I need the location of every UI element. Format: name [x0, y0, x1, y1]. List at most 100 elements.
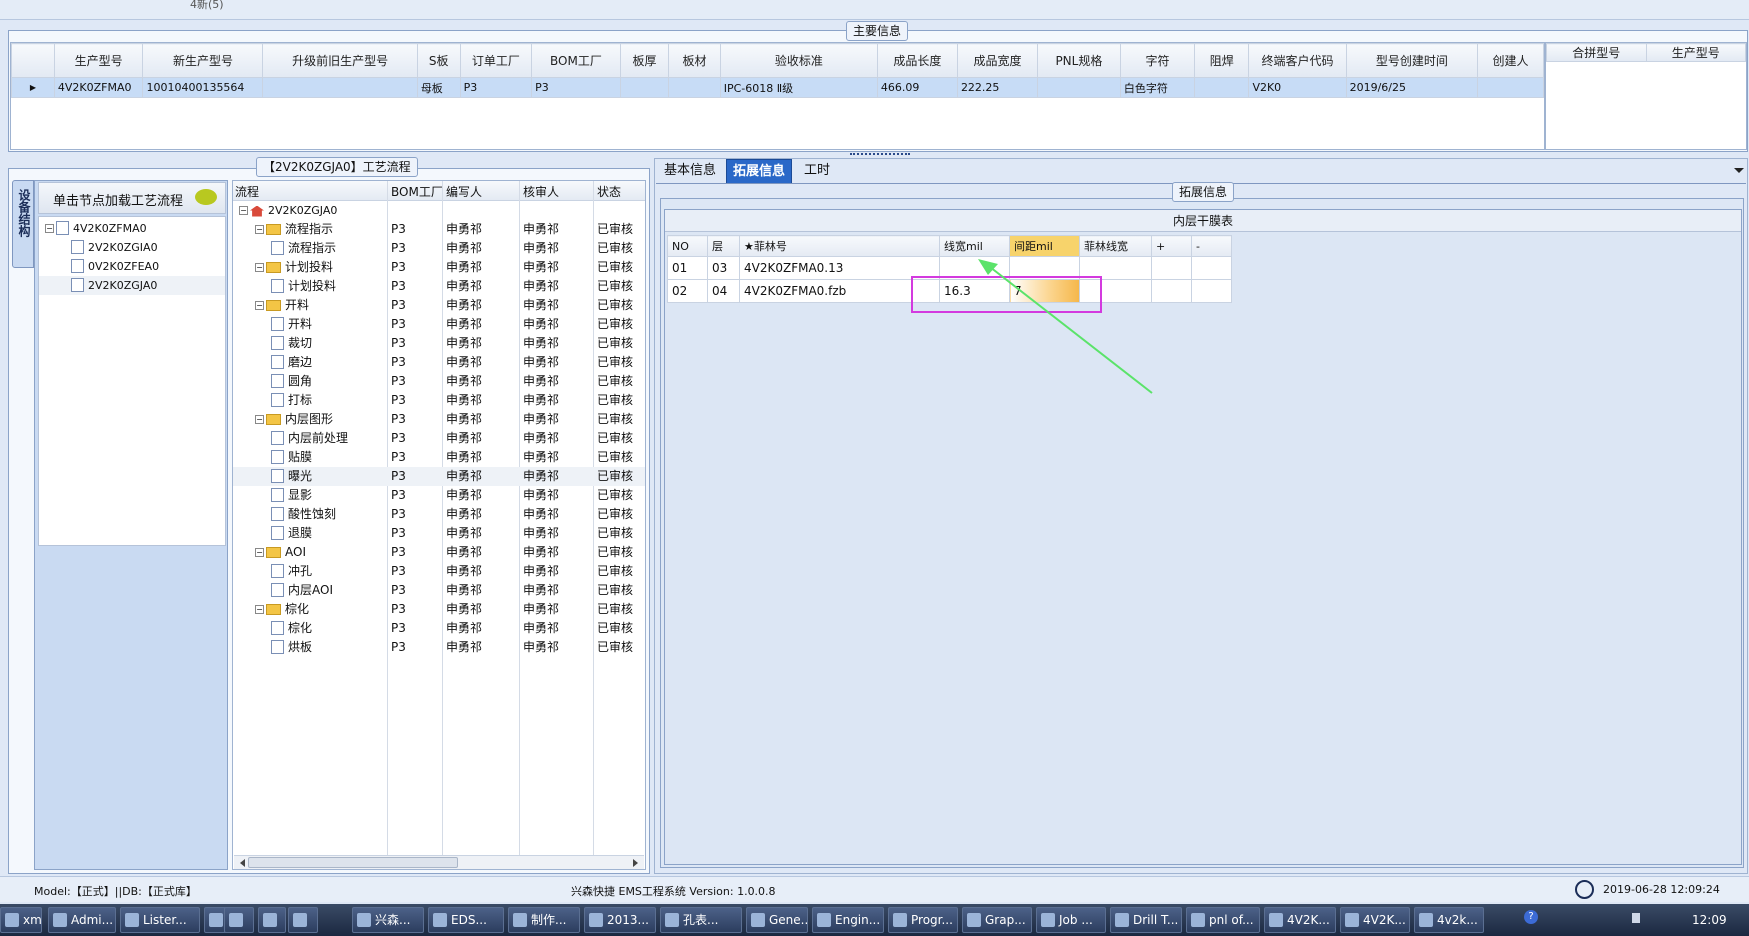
column-header[interactable]: S板 — [416, 43, 461, 78]
table-cell[interactable] — [1477, 77, 1544, 98]
flow-row[interactable]: 计划投料 P3 申勇祁 申勇祁 已审核 — [233, 277, 645, 296]
taskbar-button[interactable]: Gene... — [746, 907, 808, 933]
flow-row[interactable]: 裁切 P3 申勇祁 申勇祁 已审核 — [233, 334, 645, 353]
collapse-icon[interactable]: − — [255, 224, 264, 234]
taskbar-button[interactable]: 兴森... — [352, 907, 424, 933]
table-cell[interactable]: 4V2K0ZFMA0 — [53, 77, 144, 98]
taskbar-button[interactable]: Job ... — [1036, 907, 1106, 933]
collapse-icon[interactable]: − — [255, 414, 264, 424]
tree-node[interactable]: 2V2K0ZGIA0 — [39, 238, 225, 257]
taskbar-button[interactable]: 制作... — [508, 907, 580, 933]
column-header[interactable]: 升级前旧生产型号 — [262, 43, 418, 78]
taskbar-button[interactable]: 2013... — [584, 907, 656, 933]
flow-row[interactable]: 磨边 P3 申勇祁 申勇祁 已审核 — [233, 353, 645, 372]
tree-node[interactable]: − 4V2K0ZFMA0 — [39, 219, 225, 238]
tray-speaker-icon[interactable] — [1632, 913, 1640, 923]
column-header[interactable]: 合拼型号 — [1546, 43, 1647, 62]
column-header[interactable]: 板厚 — [619, 43, 670, 78]
taskbar-button[interactable] — [258, 907, 286, 933]
flow-row[interactable]: 内层前处理 P3 申勇祁 申勇祁 已审核 — [233, 429, 645, 448]
taskbar-button[interactable]: 4v2k... — [1414, 907, 1484, 933]
column-header[interactable]: 字符 — [1119, 43, 1196, 78]
flow-row[interactable]: 内层AOI P3 申勇祁 申勇祁 已审核 — [233, 581, 645, 600]
collapse-icon[interactable]: − — [239, 205, 248, 215]
flow-row[interactable]: 棕化 P3 申勇祁 申勇祁 已审核 — [233, 619, 645, 638]
table-cell[interactable]: P3 — [459, 77, 533, 98]
flow-row[interactable]: 流程指示 P3 申勇祁 申勇祁 已审核 — [233, 239, 645, 258]
column-header[interactable]: 终端客户代码 — [1248, 43, 1347, 78]
flow-row[interactable]: 圆角 P3 申勇祁 申勇祁 已审核 — [233, 372, 645, 391]
table-cell[interactable]: 4V2K0ZFMA0.13 — [739, 256, 940, 280]
flow-row[interactable]: − AOI P3 申勇祁 申勇祁 已审核 — [233, 543, 645, 562]
column-header[interactable]: 编写人 — [446, 183, 482, 200]
taskbar-button[interactable] — [288, 907, 318, 933]
table-cell[interactable] — [1191, 279, 1232, 303]
table-cell[interactable]: 04 — [707, 279, 740, 303]
collapse-icon[interactable]: − — [255, 300, 264, 310]
tab-overflow-arrow[interactable] — [1734, 168, 1744, 178]
column-header[interactable]: 成品长度 — [876, 43, 958, 78]
column-header[interactable]: - — [1191, 235, 1232, 257]
column-header[interactable]: NO — [667, 235, 708, 257]
taskbar-button[interactable]: 4V2K... — [1340, 907, 1410, 933]
flow-horizontal-scrollbar[interactable] — [234, 855, 644, 869]
collapse-icon[interactable]: − — [255, 604, 264, 614]
flow-row[interactable]: 曝光 P3 申勇祁 申勇祁 已审核 — [233, 467, 645, 486]
flow-row[interactable]: 显影 P3 申勇祁 申勇祁 已审核 — [233, 486, 645, 505]
taskbar-button[interactable]: Lister... — [120, 907, 200, 933]
taskbar-button[interactable]: Grap... — [962, 907, 1032, 933]
column-header[interactable]: 阻焊 — [1194, 43, 1250, 78]
table-cell[interactable]: P3 — [531, 77, 621, 98]
column-header[interactable]: 新生产型号 — [142, 43, 264, 78]
flow-row[interactable]: − 棕化 P3 申勇祁 申勇祁 已审核 — [233, 600, 645, 619]
collapse-icon[interactable]: − — [255, 262, 264, 272]
tab-work-hours[interactable]: 工时 — [798, 159, 836, 183]
table-cell[interactable]: 222.25 — [956, 77, 1038, 98]
table-cell[interactable]: 02 — [667, 279, 708, 303]
column-header[interactable]: 生产型号 — [53, 43, 144, 78]
scrollbar-right-arrow[interactable] — [633, 859, 642, 867]
taskbar-button[interactable]: 孔表... — [660, 907, 742, 933]
taskbar-button[interactable]: xm... — [0, 907, 42, 933]
tab-extended-info[interactable]: 拓展信息 — [726, 159, 793, 183]
column-header[interactable]: 验收标准 — [719, 43, 878, 78]
column-header[interactable]: 核审人 — [523, 183, 559, 200]
tree-node[interactable]: 0V2K0ZFEA0 — [39, 257, 225, 276]
table-cell[interactable]: 4V2K0ZFMA0.fzb — [739, 279, 940, 303]
flow-row[interactable]: 冲孔 P3 申勇祁 申勇祁 已审核 — [233, 562, 645, 581]
table-cell[interactable] — [668, 77, 721, 98]
table-cell[interactable]: IPC-6018 Ⅱ级 — [719, 77, 878, 98]
column-header[interactable]: BOM工厂 — [391, 183, 443, 200]
taskbar-button[interactable]: EDS... — [428, 907, 504, 933]
flow-row[interactable]: − 2V2K0ZGJA0 — [233, 201, 645, 220]
flow-row[interactable]: − 流程指示 P3 申勇祁 申勇祁 已审核 — [233, 220, 645, 239]
table-cell[interactable] — [262, 77, 418, 98]
flow-row[interactable]: 打标 P3 申勇祁 申勇祁 已审核 — [233, 391, 645, 410]
table-cell[interactable] — [1194, 77, 1250, 98]
flow-row[interactable]: − 计划投料 P3 申勇祁 申勇祁 已审核 — [233, 258, 645, 277]
flow-row[interactable]: 酸性蚀刻 P3 申勇祁 申勇祁 已审核 — [233, 505, 645, 524]
flow-row[interactable]: − 内层图形 P3 申勇祁 申勇祁 已审核 — [233, 410, 645, 429]
table-cell[interactable]: 466.09 — [876, 77, 958, 98]
table-cell[interactable]: 03 — [707, 256, 740, 280]
column-header[interactable]: PNL规格 — [1036, 43, 1121, 78]
column-header[interactable]: 菲林线宽 — [1079, 235, 1152, 257]
table-cell[interactable] — [1036, 77, 1121, 98]
table-cell[interactable]: 10010400135564 — [142, 77, 264, 98]
taskbar-button[interactable]: Engin... — [812, 907, 884, 933]
column-header[interactable]: 线宽mil — [939, 235, 1010, 257]
table-cell[interactable]: 白色字符 — [1119, 77, 1196, 98]
table-cell[interactable]: V2K0 — [1248, 77, 1347, 98]
tab-basic-info[interactable]: 基本信息 — [658, 159, 722, 183]
scrollbar-thumb[interactable] — [248, 857, 458, 868]
column-header[interactable]: 订单工厂 — [459, 43, 533, 78]
column-header[interactable]: 板材 — [668, 43, 721, 78]
column-header[interactable]: 状态 — [597, 183, 621, 200]
column-header[interactable]: 型号创建时间 — [1345, 43, 1479, 78]
table-row[interactable]: ▶ 4V2K0ZFMA0 10010400135564 母板 P3 P3 IPC-6018 … — [11, 77, 1544, 98]
table-cell[interactable] — [619, 77, 670, 98]
side-vertical-tab[interactable]: 设备结构 — [12, 180, 34, 268]
column-header[interactable]: BOM工厂 — [531, 43, 621, 78]
taskbar-button[interactable] — [224, 907, 254, 933]
table-cell[interactable]: 01 — [667, 256, 708, 280]
